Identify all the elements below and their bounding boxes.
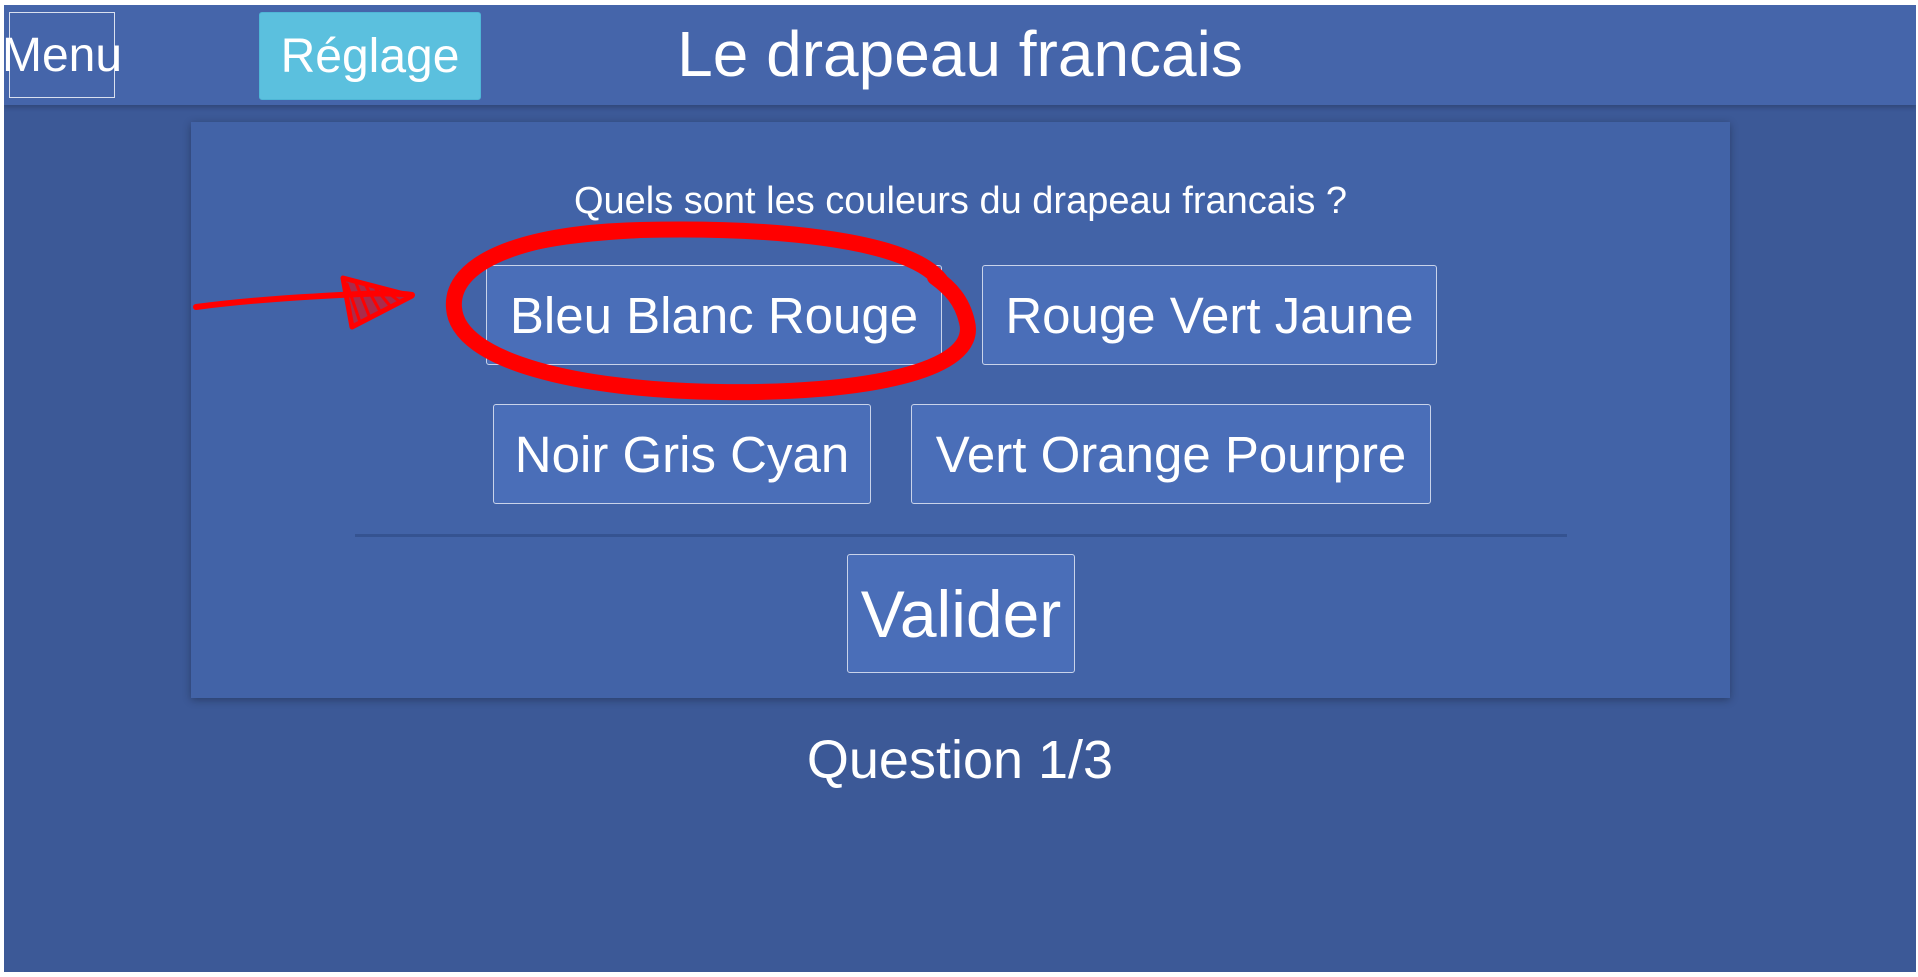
- quiz-app: Menu Réglage Le drapeau francais Quels s…: [4, 5, 1916, 972]
- submit-button[interactable]: Valider: [847, 554, 1075, 673]
- question-text: Quels sont les couleurs du drapeau franc…: [573, 180, 1348, 222]
- question-progress: Question 1/3: [806, 730, 1114, 790]
- answer-button-rouge-vert-jaune[interactable]: Rouge Vert Jaune: [982, 265, 1437, 365]
- settings-button[interactable]: Réglage: [259, 12, 481, 100]
- top-bar: Menu Réglage Le drapeau francais: [4, 5, 1916, 105]
- answer-button-noir-gris-cyan[interactable]: Noir Gris Cyan: [493, 404, 871, 504]
- question-panel: Quels sont les couleurs du drapeau franc…: [191, 122, 1730, 698]
- answer-button-bleu-blanc-rouge[interactable]: Bleu Blanc Rouge: [486, 265, 942, 365]
- menu-button[interactable]: Menu: [4, 12, 122, 98]
- divider: [355, 534, 1567, 537]
- answer-button-vert-orange-pourpre[interactable]: Vert Orange Pourpre: [911, 404, 1431, 504]
